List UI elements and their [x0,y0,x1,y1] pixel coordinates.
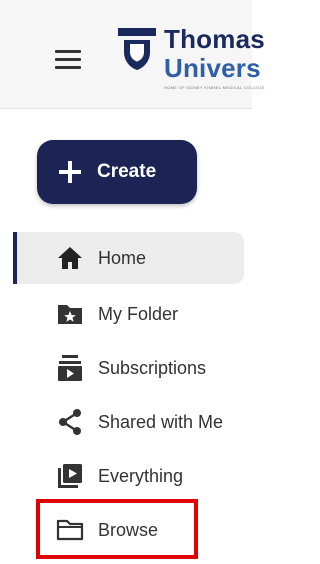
folder-star-icon [56,300,84,328]
nav-item-home[interactable]: Home [13,232,244,284]
active-indicator [13,232,17,284]
university-logo[interactable]: Thomas Univers HOME OF SIDNEY KIMMEL MED… [114,24,265,94]
logo-line-2: Univers [164,53,261,83]
home-icon [56,244,84,272]
nav-item-subscriptions[interactable]: Subscriptions [14,342,244,394]
shield-logo-icon [118,28,156,70]
nav-item-everything[interactable]: Everything [14,450,244,502]
nav-label-my-folder: My Folder [98,303,179,324]
header: Thomas Univers HOME OF SIDNEY KIMMEL MED… [0,0,265,109]
nav-label-home: Home [98,247,147,268]
nav-item-browse[interactable]: Browse [14,504,244,556]
subscriptions-icon [56,354,84,382]
nav-item-shared-with-me[interactable]: Shared with Me [14,396,244,448]
folder-icon [56,516,84,544]
nav-label-shared-with-me: Shared with Me [98,411,224,432]
nav-label-subscriptions: Subscriptions [98,357,207,378]
hamburger-icon[interactable] [55,50,83,70]
nav-label-browse: Browse [98,519,159,540]
share-icon [56,408,84,436]
video-library-icon [56,462,84,490]
create-button-label: Create [97,161,157,182]
create-button[interactable]: Create [37,140,197,204]
logo-line-1: Thomas [164,24,265,54]
nav-item-my-folder[interactable]: My Folder [14,288,244,340]
plus-icon [59,161,81,183]
nav-label-everything: Everything [98,465,184,486]
app-window: Thomas Univers HOME OF SIDNEY KIMMEL MED… [0,0,265,564]
logo-tagline: HOME OF SIDNEY KIMMEL MEDICAL COLLEGE [164,85,265,90]
